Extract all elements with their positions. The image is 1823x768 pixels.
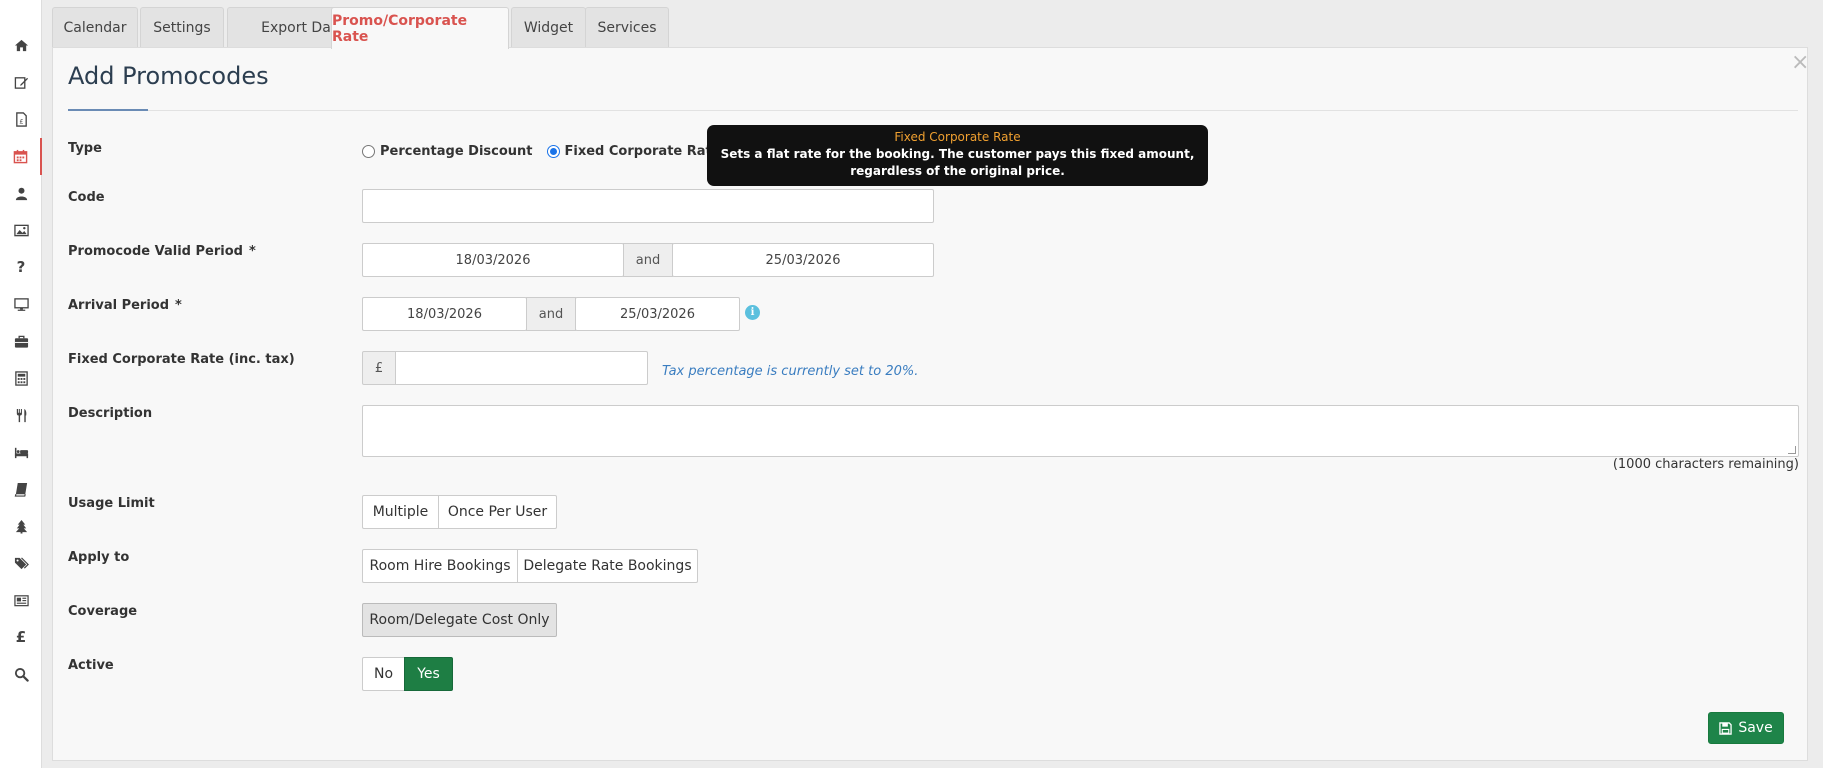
description-textarea[interactable]	[362, 405, 1799, 457]
sidebar-item-tree[interactable]	[0, 508, 42, 545]
tree-icon	[15, 519, 27, 534]
tab-calendar[interactable]: Calendar	[52, 7, 138, 48]
fixed-rate-label: Fixed Corporate Rate (inc. tax)	[68, 352, 295, 367]
code-label: Code	[68, 190, 105, 205]
sidebar-item-help[interactable]: ?	[0, 249, 42, 286]
apply-to-label: Apply to	[68, 550, 130, 565]
page-title: Add Promocodes	[68, 62, 269, 90]
description-label: Description	[68, 406, 153, 421]
arrival-period-label: Arrival Period *	[68, 298, 182, 313]
sidebar-item-edit[interactable]	[0, 64, 42, 101]
valid-period-label: Promocode Valid Period *	[68, 244, 256, 259]
tax-hint: Tax percentage is currently set to 20%.	[662, 364, 919, 379]
search-icon	[14, 667, 29, 682]
tab-services[interactable]: Services	[585, 7, 669, 48]
usage-multiple-button[interactable]: Multiple	[362, 495, 439, 529]
currency-addon: £	[362, 351, 396, 385]
info-icon[interactable]: i	[745, 305, 760, 320]
question-icon: ?	[16, 258, 26, 276]
sidebar-item-monitor[interactable]	[0, 286, 42, 323]
floppy-disk-icon	[1719, 721, 1733, 735]
fixed-rate-input[interactable]	[395, 351, 648, 385]
apply-delegate-rate-button[interactable]: Delegate Rate Bookings	[517, 549, 698, 583]
valid-to-input[interactable]: 25/03/2026	[672, 243, 934, 277]
calendar-icon	[13, 149, 27, 164]
apply-room-hire-button[interactable]: Room Hire Bookings	[362, 549, 518, 583]
active-label: Active	[68, 658, 114, 673]
edit-icon	[14, 77, 28, 89]
close-icon[interactable]: ×	[1791, 52, 1809, 74]
bed-icon	[14, 447, 28, 459]
svg-text:£: £	[19, 117, 23, 125]
resize-grip-icon[interactable]	[1788, 446, 1796, 454]
sidebar: £ ? £	[0, 0, 42, 768]
active-yes-button[interactable]: Yes	[404, 657, 453, 691]
home-icon	[14, 39, 28, 52]
tab-promo-corporate-rate[interactable]: Promo/Corporate Rate	[331, 7, 509, 49]
sidebar-item-restaurant[interactable]	[0, 397, 42, 434]
percentage-discount-label[interactable]: Percentage Discount	[380, 144, 533, 159]
characters-remaining: (1000 characters remaining)	[1612, 457, 1799, 472]
sidebar-item-user[interactable]	[0, 175, 42, 212]
sidebar-item-calculator[interactable]	[0, 360, 42, 397]
sidebar-item-search[interactable]	[0, 656, 42, 693]
sidebar-item-tags[interactable]	[0, 545, 42, 582]
usage-limit-label: Usage Limit	[68, 496, 155, 511]
usage-once-per-user-button[interactable]: Once Per User	[438, 495, 557, 529]
tab-settings[interactable]: Settings	[140, 7, 224, 48]
cutlery-icon	[16, 408, 26, 423]
sidebar-item-calendar[interactable]	[0, 138, 42, 175]
calculator-icon	[14, 371, 28, 386]
newspaper-icon	[13, 595, 29, 607]
sidebar-item-finance[interactable]: £	[0, 619, 42, 656]
briefcase-icon	[14, 335, 28, 348]
type-tooltip: Fixed Corporate Rate Sets a flat rate fo…	[707, 125, 1208, 186]
book-icon	[14, 482, 27, 497]
title-divider	[68, 110, 1798, 111]
title-accent-line	[68, 109, 148, 111]
sidebar-item-home[interactable]	[0, 27, 42, 64]
type-radio-group: Percentage Discount Fixed Corporate Rate…	[362, 144, 744, 159]
type-label: Type	[68, 141, 102, 156]
tags-icon	[14, 557, 29, 570]
monitor-icon	[13, 298, 29, 311]
fixed-corporate-rate-radio[interactable]	[546, 145, 560, 158]
sidebar-item-image[interactable]	[0, 212, 42, 249]
user-icon	[15, 187, 27, 201]
invoice-icon: £	[15, 112, 27, 127]
tooltip-title: Fixed Corporate Rate	[894, 130, 1021, 144]
valid-from-input[interactable]: 18/03/2026	[362, 243, 624, 277]
pound-icon: £	[15, 628, 27, 646]
sidebar-item-news[interactable]	[0, 582, 42, 619]
valid-period-and: and	[623, 243, 673, 277]
sidebar-item-bedroom[interactable]	[0, 434, 42, 471]
coverage-label: Coverage	[68, 604, 138, 619]
save-button[interactable]: Save	[1708, 712, 1784, 744]
sidebar-item-invoice[interactable]: £	[0, 101, 42, 138]
arrival-from-input[interactable]: 18/03/2026	[362, 297, 527, 331]
image-icon	[13, 224, 29, 237]
coverage-room-delegate-button[interactable]: Room/Delegate Cost Only	[362, 603, 557, 637]
fixed-corporate-rate-label[interactable]: Fixed Corporate Rate	[565, 144, 721, 159]
arrival-period-and: and	[526, 297, 576, 331]
arrival-to-input[interactable]: 25/03/2026	[575, 297, 740, 331]
sidebar-item-book[interactable]	[0, 471, 42, 508]
code-input[interactable]	[362, 189, 934, 223]
tooltip-body: Sets a flat rate for the booking. The cu…	[720, 147, 1195, 178]
percentage-discount-radio[interactable]	[362, 145, 375, 158]
tab-widget[interactable]: Widget	[511, 7, 586, 48]
sidebar-item-briefcase[interactable]	[0, 323, 42, 360]
active-no-button[interactable]: No	[362, 657, 405, 691]
